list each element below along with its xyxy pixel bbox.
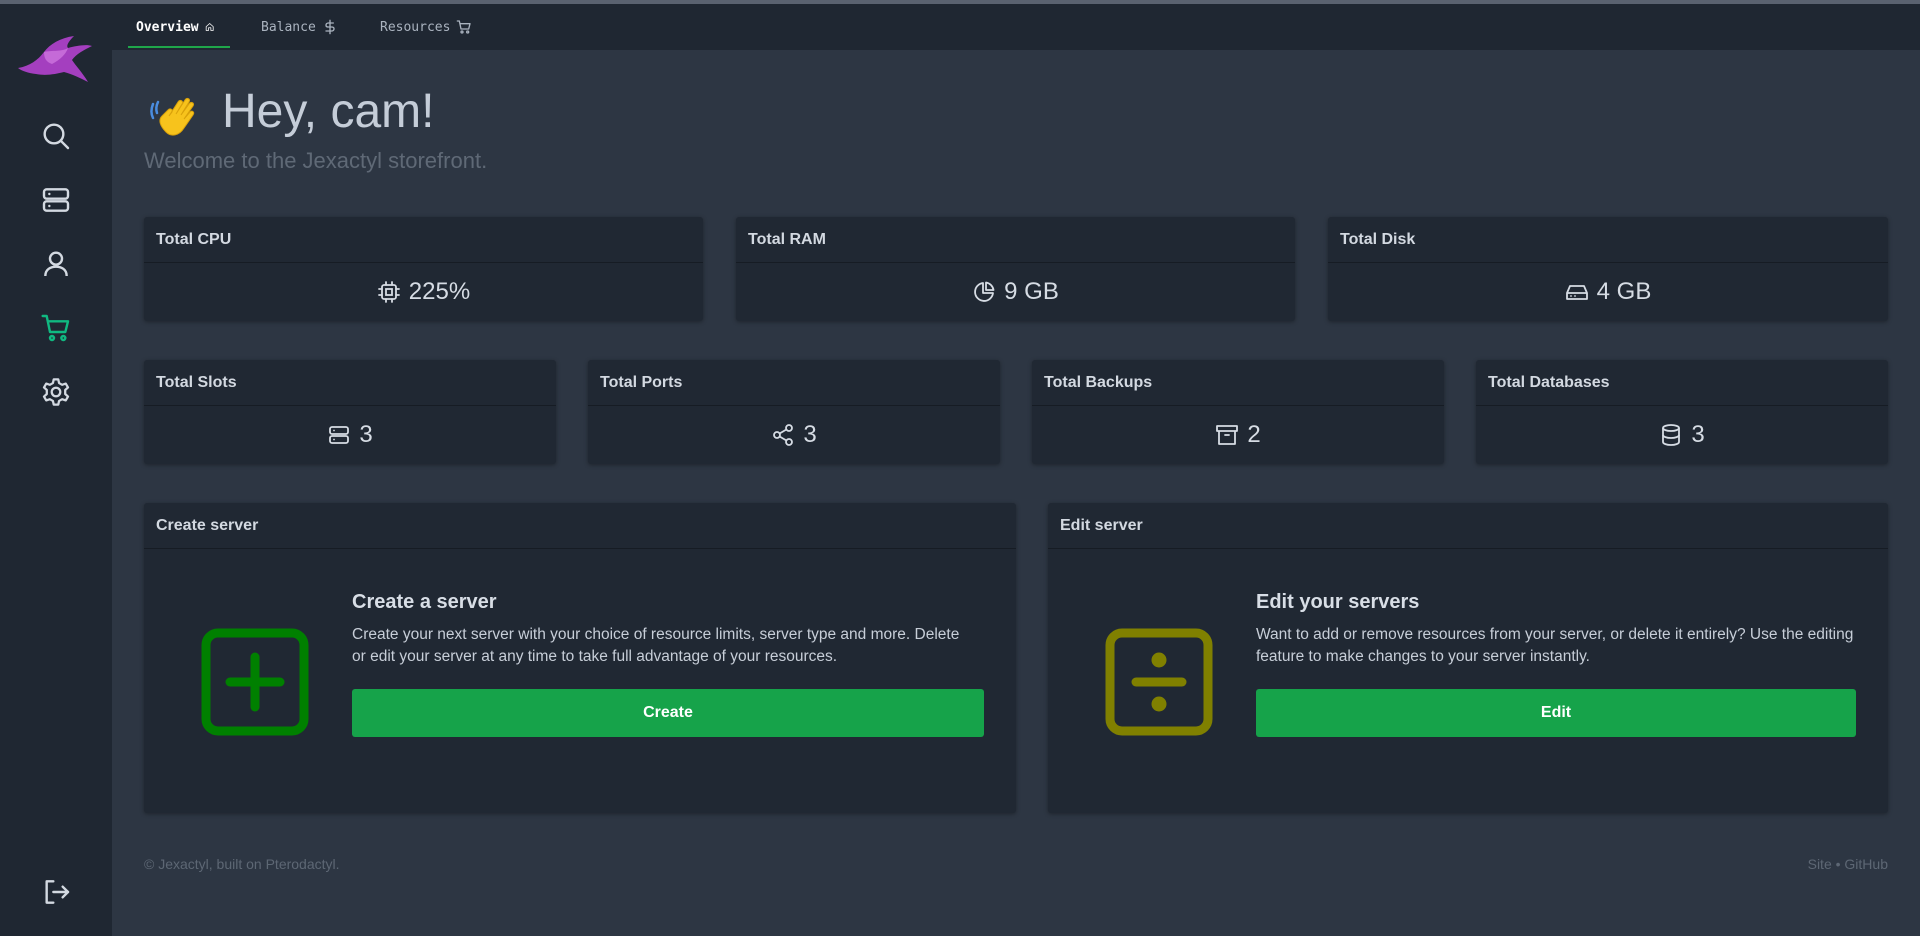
plus-square-icon — [201, 628, 309, 736]
create-server-title: Create a server — [352, 591, 497, 613]
pterodactyl-logo[interactable] — [16, 30, 96, 90]
sidebar-item-store[interactable] — [36, 308, 76, 348]
waving-hand-icon — [150, 98, 195, 136]
logout-button[interactable] — [36, 872, 76, 912]
sidebar-item-account[interactable] — [36, 244, 76, 284]
stat-card-value: 2 — [1247, 421, 1261, 448]
stat-card-value: 4 GB — [1596, 278, 1652, 305]
edit-button[interactable]: Edit — [1256, 689, 1856, 737]
stat-card-label: Total Backups — [1032, 360, 1444, 406]
stat-card-label: Total Slots — [144, 360, 556, 406]
home-icon — [205, 23, 214, 31]
search-icon — [43, 123, 70, 150]
stat-card-label: Total CPU — [144, 217, 703, 263]
tab-balance[interactable]: Balance — [245, 4, 354, 50]
sidebar-item-search[interactable] — [36, 116, 76, 156]
stat-card-backups: Total Backups 2 — [1032, 360, 1444, 464]
footer-links[interactable]: Site • GitHub — [1808, 856, 1888, 872]
page-subtitle: Welcome to the Jexactyl storefront. — [144, 148, 488, 173]
stat-card-label: Total Databases — [1476, 360, 1888, 406]
sidebar — [0, 4, 112, 936]
stat-card-disk: Total Disk 4 GB — [1328, 217, 1888, 321]
create-server-card: Create server Create a server Create you… — [144, 503, 1016, 813]
tab-resources[interactable]: Resources — [364, 4, 488, 50]
dollar-icon — [325, 19, 335, 35]
share-icon — [773, 424, 794, 446]
create-button[interactable]: Create — [352, 689, 984, 737]
stat-card-databases: Total Databases 3 — [1476, 360, 1888, 464]
edit-server-card-header: Edit server — [1048, 503, 1888, 549]
page-title: Hey, cam! — [222, 85, 435, 138]
tab-resources-label: Resources — [380, 19, 451, 35]
divide-square-icon — [1105, 628, 1213, 736]
tab-overview[interactable]: Overview — [120, 4, 230, 50]
top-tab-bar: Overview Balance Resources — [112, 4, 1920, 50]
stat-card-value: 9 GB — [1004, 278, 1059, 305]
user-icon — [44, 251, 68, 277]
stat-card-value: 3 — [803, 421, 817, 448]
gear-icon — [42, 378, 70, 406]
edit-server-card: Edit server Edit your servers Want to ad… — [1048, 503, 1888, 813]
create-server-description: Create your next server with your choice… — [352, 626, 960, 665]
stat-card-value: 3 — [1691, 421, 1705, 448]
sidebar-item-servers[interactable] — [36, 180, 76, 220]
stat-card-slots: Total Slots 3 — [144, 360, 556, 464]
sidebar-item-settings[interactable] — [36, 372, 76, 412]
server-icon — [329, 426, 350, 444]
tab-overview-label: Overview — [136, 19, 199, 35]
archive-icon — [1216, 425, 1239, 445]
cart-icon — [457, 20, 472, 34]
stat-card-label: Total Disk — [1328, 217, 1888, 263]
footer-copyright: © Jexactyl, built on Pterodactyl. — [144, 856, 340, 872]
pie-chart-icon — [974, 281, 995, 302]
stat-card-label: Total RAM — [736, 217, 1295, 263]
stat-card-cpu: Total CPU 225% — [144, 217, 703, 321]
stat-card-ports: Total Ports 3 — [588, 360, 1000, 464]
logout-icon — [45, 880, 70, 904]
server-icon — [42, 188, 70, 212]
edit-server-title: Edit your servers — [1256, 591, 1420, 613]
database-icon — [1662, 424, 1681, 446]
tab-balance-label: Balance — [261, 19, 316, 35]
stat-card-value: 3 — [359, 421, 373, 448]
stat-card-label: Total Ports — [588, 360, 1000, 406]
hard-drive-icon — [1565, 285, 1588, 300]
stat-card-ram: Total RAM 9 GB — [736, 217, 1295, 321]
create-server-card-header: Create server — [144, 503, 1016, 549]
cpu-icon — [377, 281, 400, 303]
cart-icon — [41, 314, 70, 342]
stat-card-value: 225% — [408, 278, 471, 305]
edit-server-description: Want to add or remove resources from you… — [1256, 626, 1854, 665]
